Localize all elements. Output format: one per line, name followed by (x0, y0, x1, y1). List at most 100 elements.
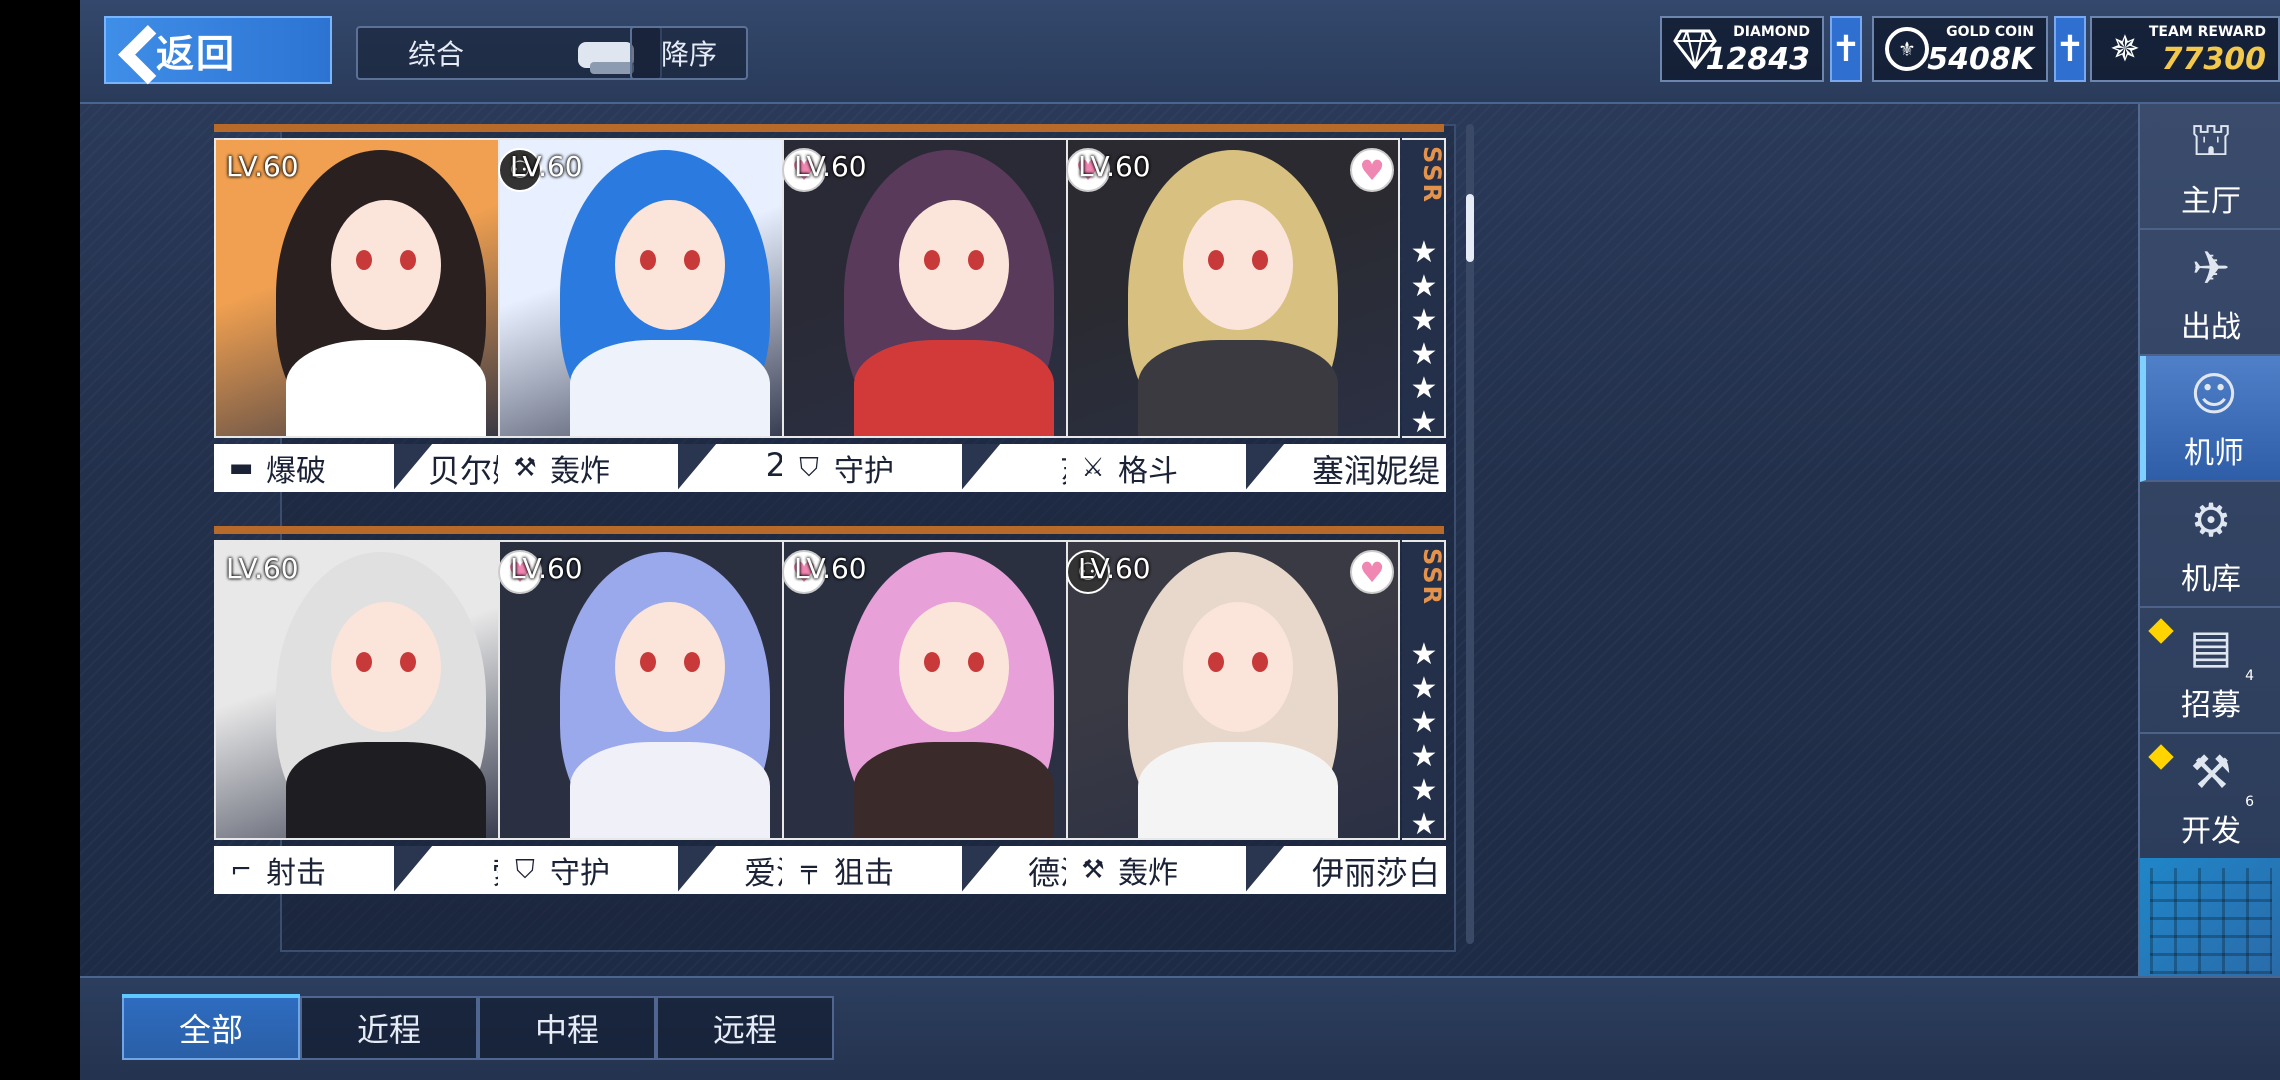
pilot-level: LV.60 (794, 552, 867, 585)
team-reward-counter: ✵ TEAM REWARD 77300 (2090, 16, 2280, 82)
toggle-icon (578, 42, 634, 74)
right-nav: ⛫ 主厅 ✈ 出战 ☺ 机师 ⚙ 机库 ▤ 4 招募 ⚒ 6 开发 (2138, 104, 2280, 984)
rifle-icon: ⌐ (230, 855, 252, 885)
top-bar: 返回 综合 降序 DIAMOND 12843 ✝ ⚜ GOLD COIN 540… (80, 0, 2280, 104)
star-icon: ★ (1410, 371, 1438, 406)
pilot-card[interactable]: LV.60 ♥ SSR ★ ★ ★ ★ ★ ★ ⚔ 格斗 塞润妮缇 (1066, 124, 1448, 494)
role-label: 狙击 (834, 856, 894, 891)
sort-combo-label: 综合 (408, 38, 465, 71)
role-label: 射击 (266, 856, 326, 891)
game-screen: 返回 综合 降序 DIAMOND 12843 ✝ ⚜ GOLD COIN 540… (80, 0, 2280, 1080)
star-rating: ★★★★★★ (1408, 236, 1440, 440)
develop-icon: ⚒ (2190, 745, 2232, 799)
hall-icon: ⛫ (2189, 112, 2233, 166)
role-tag: ▬ 爆破 (214, 444, 394, 492)
role-label: 轰炸 (550, 454, 610, 489)
range-tab[interactable]: 全部 (122, 994, 300, 1060)
star-rating: ★★★★★★ (1408, 638, 1440, 842)
range-tab[interactable]: 近程 (300, 996, 478, 1060)
range-tab-label: 近程 (356, 1011, 421, 1049)
rank-column: SSR ★★★★★★ (1402, 138, 1446, 440)
sniper-icon: ╤ (801, 855, 817, 885)
nav-item[interactable]: ☺ 机师 (2140, 356, 2280, 482)
shield-icon: ⛉ (515, 854, 535, 885)
star-icon: ★ (1410, 303, 1438, 338)
gold-coin-label: GOLD COIN (1946, 24, 2034, 40)
pilot-name: 塞润妮缇 (1311, 452, 1440, 490)
pilot-level: LV.60 (226, 552, 299, 585)
pilot-icon: ☺ (2190, 367, 2238, 421)
role-tag: ⛉ 守护 (498, 846, 678, 894)
scroll-thumb[interactable] (1466, 194, 1474, 262)
explosive-icon: ▬ (228, 453, 254, 483)
star-icon: ★ (1410, 405, 1438, 440)
diamond-label: DIAMOND (1733, 24, 1810, 40)
diamond-counter: DIAMOND 12843 (1660, 16, 1824, 82)
star-icon: ★ (1410, 671, 1438, 706)
nav-label: 机师 (2184, 436, 2244, 471)
nav-item[interactable]: ⛫ 主厅 (2140, 104, 2280, 230)
favorite-heart-icon[interactable]: ♥ (1350, 148, 1394, 192)
pilot-level: LV.60 (510, 552, 583, 585)
role-tag: ⌐ 射击 (214, 846, 394, 894)
nav-item[interactable]: ⚙ 机库 (2140, 482, 2280, 608)
nav-label: 主厅 (2181, 184, 2241, 219)
range-tab[interactable]: 远程 (656, 996, 834, 1060)
base-minimap[interactable] (2140, 858, 2280, 984)
star-icon: ★ (1410, 773, 1438, 808)
rank-column: SSR ★★★★★★ (1402, 540, 1446, 842)
shield-icon: ⛉ (799, 452, 819, 483)
pilot-level: LV.60 (226, 150, 299, 183)
range-tab[interactable]: 中程 (478, 996, 656, 1060)
role-tag: ╤ 狙击 (782, 846, 962, 894)
card-top-strip (1066, 124, 1444, 132)
grid-scrollbar[interactable] (1466, 124, 1474, 944)
nav-count: 4 (2245, 668, 2254, 684)
sort-order-label: 降序 (660, 38, 717, 71)
gold-coin-counter: ⚜ GOLD COIN 5408K (1872, 16, 2048, 82)
bomb-icon: ⚒ (513, 453, 537, 483)
pilot-name-bar: ⚔ 格斗 塞润妮缇 (1066, 444, 1446, 492)
role-label: 守护 (550, 856, 610, 891)
back-button[interactable]: 返回 (104, 16, 332, 84)
favorite-heart-icon[interactable]: ♥ (1350, 550, 1394, 594)
nav-count: 6 (2245, 794, 2254, 810)
pilot-card[interactable]: LV.60 ♥ SSR ★ ★ ★ ★ ★ ★ ⚒ 轰炸 伊丽莎白 (1066, 526, 1448, 896)
team-reward-icon: ✵ (2109, 28, 2141, 70)
sort-order-button[interactable]: 降序 (630, 26, 748, 80)
role-label: 爆破 (266, 454, 326, 489)
pilot-level: LV.60 (1078, 150, 1151, 183)
gold-coin-icon: ⚜ (1884, 26, 1930, 72)
range-tab-label: 全部 (178, 1011, 243, 1049)
sort-combo-button[interactable]: 综合 (356, 26, 662, 80)
nav-item[interactable]: ▤ 4 招募 (2140, 608, 2280, 734)
pilot-name: 伊丽莎白 (1311, 854, 1440, 892)
crossed-swords-icon: ⚔ (1081, 453, 1105, 483)
role-label: 守护 (834, 454, 894, 489)
star-icon: ★ (1410, 739, 1438, 774)
range-tab-label: 中程 (534, 1011, 599, 1049)
pilot-level: LV.60 (510, 150, 583, 183)
add-diamond-button[interactable]: ✝ (1830, 16, 1862, 82)
sortie-icon: ✈ (2191, 241, 2231, 295)
pilot-level: LV.60 (794, 150, 867, 183)
star-icon: ★ (1410, 807, 1438, 842)
bomb-icon: ⚒ (1081, 855, 1105, 885)
pilot-rank: SSR (1418, 146, 1446, 204)
pilot-portrait: LV.60 ♥ (1066, 138, 1400, 438)
pilot-portrait: LV.60 ♥ (1066, 540, 1400, 840)
role-tag: ⛉ 守护 (782, 444, 962, 492)
back-arrow-icon (112, 20, 152, 80)
add-gold-button[interactable]: ✝ (2054, 16, 2086, 82)
role-label: 格斗 (1118, 454, 1178, 489)
nav-label: 出战 (2181, 310, 2241, 345)
nav-item[interactable]: ✈ 出战 (2140, 230, 2280, 356)
role-label: 轰炸 (1118, 856, 1178, 891)
nav-label: 招募 (2181, 688, 2241, 723)
team-reward-label: TEAM REWARD (2148, 24, 2266, 40)
role-tag: ⚒ 轰炸 (498, 444, 678, 492)
diamond-value: 12843 (1705, 42, 1810, 77)
card-top-strip (1066, 526, 1444, 534)
nav-item[interactable]: ⚒ 6 开发 (2140, 734, 2280, 860)
range-tab-label: 远程 (712, 1011, 777, 1049)
